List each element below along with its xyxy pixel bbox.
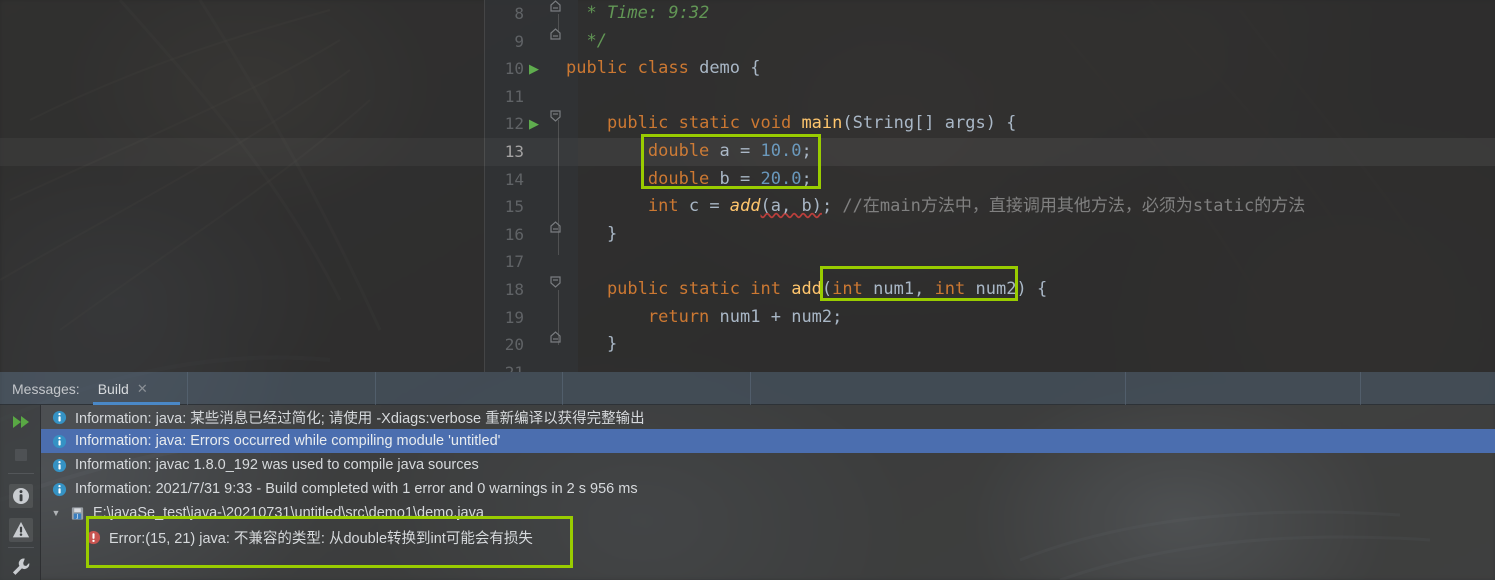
header-cell — [751, 372, 1126, 405]
stop-square-icon — [15, 449, 27, 461]
code-text: */ — [566, 30, 607, 51]
code-line[interactable]: 9 */ — [0, 27, 1495, 56]
line-number: 19 — [504, 307, 524, 327]
message-text: Information: java: 某些消息已经过简化; 请使用 -Xdiag… — [75, 410, 645, 427]
code-text: } — [566, 334, 618, 355]
code-editor[interactable]: 8 * Time: 9:32 9 */10 ▶ public class demo {… — [0, 0, 1495, 372]
build-messages-list[interactable]: Information: java: 某些消息已经过简化; 请使用 -Xdiag… — [41, 405, 1495, 580]
message-text: Information: 2021/7/31 9:33 - Build comp… — [75, 481, 638, 497]
header-cell — [376, 372, 563, 405]
code-line[interactable]: 21 — [0, 359, 1495, 372]
java-file-icon: J — [71, 506, 83, 520]
code-line[interactable]: 19 return num1 + num2; — [0, 304, 1495, 332]
info-icon — [49, 482, 69, 497]
info-icon — [49, 458, 69, 473]
code-text: public static void main(String[] args) { — [566, 113, 1017, 134]
code-text: * Time: 9:32 — [566, 3, 710, 23]
line-number: 12 — [504, 114, 524, 134]
line-number: 14 — [504, 169, 524, 189]
toolbar-divider — [8, 473, 34, 474]
info-icon — [49, 410, 69, 425]
code-lines[interactable]: 8 * Time: 9:32 9 */10 ▶ public class demo {… — [0, 0, 1495, 372]
info-icon — [49, 434, 69, 449]
info-icon — [13, 488, 29, 504]
active-tab-indicator — [93, 402, 180, 405]
build-panel-header: Messages: Build ✕ — [0, 372, 1495, 405]
code-text: int c = add(a, b); //在main方法中，直接调用其他方法，必… — [566, 196, 1306, 217]
code-line[interactable]: 11 — [0, 83, 1495, 111]
toolbar-divider — [8, 547, 34, 548]
settings-button[interactable] — [9, 555, 33, 579]
line-number: 18 — [504, 279, 524, 299]
code-text: public static int add(int num1, int num2… — [566, 278, 1048, 299]
stop-button[interactable] — [9, 443, 33, 467]
code-text: public class demo { — [566, 58, 761, 79]
header-cell — [1126, 372, 1361, 405]
code-line[interactable]: 14 double b = 20.0; — [0, 166, 1495, 194]
line-number: 10 — [504, 59, 524, 79]
error-icon — [86, 530, 100, 544]
code-text: return num1 + num2; — [566, 306, 843, 327]
build-message-row[interactable]: Information: 2021/7/31 9:33 - Build comp… — [41, 477, 1495, 501]
svg-text:J: J — [75, 514, 78, 520]
line-number: 20 — [504, 335, 524, 355]
code-text: double a = 10.0; — [566, 140, 812, 161]
code-line[interactable]: 13 double a = 10.0; — [0, 137, 1495, 166]
message-text: E:\javaSe_test\java-\20210731\untitled\s… — [93, 505, 484, 521]
build-tool-window: Messages: Build ✕ Information: java: 某些消… — [0, 372, 1495, 580]
tree-expander-icon[interactable]: ▼ — [49, 508, 63, 518]
line-number: 13 — [504, 141, 524, 161]
header-cell — [563, 372, 751, 405]
run-gutter-icon[interactable]: ▶ — [524, 55, 544, 83]
info-icon — [52, 482, 66, 496]
run-gutter-icon[interactable]: ▶ — [524, 110, 544, 138]
messages-label: Messages: — [12, 380, 80, 397]
code-line[interactable]: 8 * Time: 9:32 — [0, 0, 1495, 28]
build-message-row-selected[interactable]: Information: java: Errors occurred while… — [41, 429, 1495, 453]
code-line[interactable]: 17 — [0, 248, 1495, 276]
build-message-row[interactable]: Information: javac 1.8.0_192 was used to… — [41, 453, 1495, 477]
code-text: double b = 20.0; — [566, 168, 812, 189]
code-text: } — [566, 223, 618, 244]
wrench-icon — [12, 558, 30, 575]
line-number: 17 — [504, 252, 524, 272]
build-toolbar — [0, 405, 41, 580]
rerun-button[interactable] — [9, 410, 33, 434]
code-line[interactable]: 20 } — [0, 331, 1495, 359]
code-line[interactable]: 18 public static int add(int num1, int n… — [0, 276, 1495, 304]
ide-window: 8 * Time: 9:32 9 */10 ▶ public class demo {… — [0, 0, 1495, 580]
error-icon — [83, 530, 103, 545]
filter-warning-button[interactable] — [9, 518, 33, 542]
filter-info-button[interactable] — [9, 484, 33, 508]
info-icon — [52, 434, 66, 448]
build-message-row[interactable]: Error:(15, 21) java: 不兼容的类型: 从double转换到i… — [41, 525, 1495, 549]
close-icon[interactable]: ✕ — [137, 381, 148, 397]
build-message-row[interactable]: Information: java: 某些消息已经过简化; 请使用 -Xdiag… — [41, 405, 1495, 429]
message-text: Error:(15, 21) java: 不兼容的类型: 从double转换到i… — [109, 530, 533, 547]
line-number: 8 — [514, 4, 524, 23]
code-line[interactable]: 15 int c = add(a, b); //在main方法中，直接调用其他方… — [0, 193, 1495, 221]
message-text: Information: java: Errors occurred while… — [75, 433, 501, 449]
line-number: 15 — [504, 197, 524, 217]
info-icon — [52, 458, 66, 472]
build-message-row[interactable]: ▼ J E:\javaSe_test\java-\20210731\untitled… — [41, 501, 1495, 525]
code-line[interactable]: 12 ▶ public static void main(String[] arg… — [0, 110, 1495, 138]
info-icon — [52, 410, 66, 424]
tab-build[interactable]: Build — [98, 381, 129, 397]
code-line[interactable]: 16 } — [0, 220, 1495, 249]
line-number: 9 — [514, 31, 524, 51]
java-file-icon: J — [67, 506, 87, 521]
double-right-arrow-icon — [13, 416, 29, 428]
line-number: 11 — [504, 86, 524, 106]
line-number: 16 — [504, 224, 524, 244]
line-number: 21 — [484, 359, 524, 372]
warning-icon — [12, 522, 30, 538]
header-cell — [188, 372, 376, 405]
code-line[interactable]: 10 ▶ public class demo { — [0, 55, 1495, 83]
message-text: Information: javac 1.8.0_192 was used to… — [75, 457, 479, 473]
